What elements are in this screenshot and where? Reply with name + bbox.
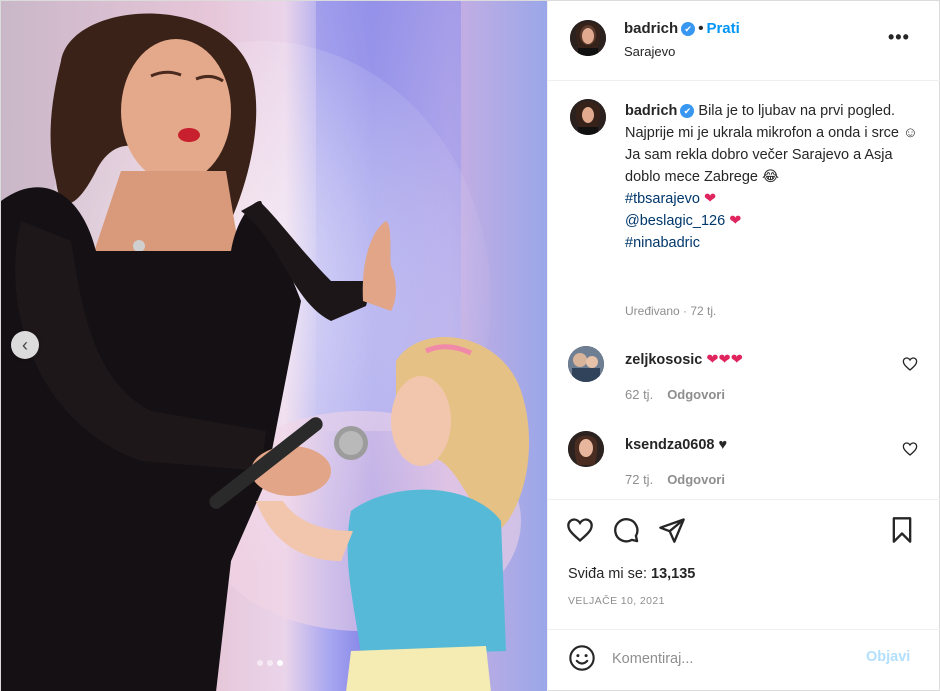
- verified-badge-icon: ✔: [680, 104, 695, 118]
- more-options-icon[interactable]: •••: [888, 27, 910, 48]
- likes-count: 13,135: [651, 566, 696, 582]
- commenter-avatar[interactable]: [568, 346, 604, 382]
- comment-composer: Objavi: [548, 629, 940, 691]
- reply-button[interactable]: Odgovori: [667, 472, 725, 487]
- avatar-photo: [570, 99, 606, 135]
- author-username[interactable]: badrich: [624, 20, 678, 37]
- comment-like-heart-icon[interactable]: [902, 441, 918, 457]
- comment-text-line: ksendza0608 ♥: [625, 437, 727, 453]
- carousel-dot: [257, 660, 263, 666]
- laughing-emoji-icon: 😂: [762, 169, 779, 185]
- verified-badge-icon: ✔: [681, 22, 696, 36]
- separator-dot: •: [698, 20, 704, 37]
- caption-meta: Uređivano · 72 tj.: [625, 304, 717, 318]
- carousel-indicator: [257, 660, 283, 666]
- post-header: badrich ✔ • Prati Sarajevo •••: [548, 1, 940, 81]
- comment-time[interactable]: 72 tj.: [625, 472, 653, 487]
- hashtag-link[interactable]: #tbsarajevo: [625, 191, 700, 207]
- red-heart-emoji-icon: ❤: [704, 191, 717, 207]
- comment-like-heart-icon[interactable]: [902, 356, 918, 372]
- like-heart-icon[interactable]: [566, 516, 594, 544]
- smile-emoji-icon: ☺: [903, 125, 918, 141]
- share-paper-plane-icon[interactable]: [658, 516, 686, 544]
- caption-line-3: Ja sam rekla dobro večer Sarajevo a Asja…: [625, 147, 893, 185]
- comment-bubble-icon[interactable]: [612, 516, 640, 544]
- save-bookmark-icon[interactable]: [888, 516, 916, 544]
- mention-link[interactable]: @beslagic_126: [625, 213, 725, 229]
- previous-slide-button[interactable]: ‹: [11, 331, 39, 359]
- header-author-line: badrich ✔ • Prati: [624, 20, 740, 37]
- comment-username[interactable]: ksendza0608: [625, 437, 714, 453]
- reply-button[interactable]: Odgovori: [667, 387, 725, 402]
- commenter-avatar[interactable]: [568, 431, 604, 467]
- comment-meta: 72 tj. Odgovori: [625, 472, 725, 487]
- comment-text: ♥: [718, 437, 728, 453]
- avatar-photo: [570, 20, 606, 56]
- caption-author-avatar[interactable]: [570, 99, 606, 135]
- hashtag-link[interactable]: #ninabadric: [625, 235, 700, 251]
- photo-illustration: [1, 1, 530, 691]
- edited-label: Uređivano: [625, 304, 680, 318]
- author-avatar[interactable]: [570, 20, 606, 56]
- carousel-dot: [267, 660, 273, 666]
- chevron-left-icon: ‹: [22, 334, 28, 355]
- likes-summary[interactable]: Sviđa mi se: 13,135: [568, 566, 695, 582]
- edited-time[interactable]: 72 tj.: [690, 304, 716, 318]
- comment-text: ❤❤❤: [706, 352, 743, 368]
- location-link[interactable]: Sarajevo: [624, 44, 675, 59]
- carousel-dot-active: [277, 660, 283, 666]
- comment-meta: 62 tj. Odgovori: [625, 387, 725, 402]
- caption-text: badrich ✔ Bila je to ljubav na prvi pogle…: [625, 100, 925, 254]
- red-heart-emoji-icon: ❤: [729, 213, 742, 229]
- post-date[interactable]: VELJAČE 10, 2021: [568, 595, 665, 607]
- comment-item: zeljkososic ❤❤❤ 62 tj. Odgovori: [548, 346, 940, 426]
- caption-username[interactable]: badrich: [625, 103, 677, 119]
- caption-line-1: Bila je to ljubav na prvi pogled.: [698, 103, 896, 119]
- avatar-photo: [568, 346, 604, 382]
- likes-label: Sviđa mi se:: [568, 566, 647, 582]
- comment-time[interactable]: 62 tj.: [625, 387, 653, 402]
- post-side-panel: badrich✔•Prati Sarajevo ••• badrich✔: [547, 1, 940, 691]
- post-photo[interactable]: ‹: [1, 1, 547, 691]
- caption-line-2: Najprije mi je ukrala mikrofon a onda i …: [625, 125, 899, 141]
- post-dialog: ‹ badrich ✔ • Prati Sarajevo ••• badrich…: [0, 0, 940, 691]
- follow-button[interactable]: Prati: [706, 20, 739, 37]
- comment-text-line: zeljkososic ❤❤❤: [625, 352, 743, 368]
- post-actions: Sviđa mi se: 13,135 VELJAČE 10, 2021: [548, 499, 940, 629]
- comments-scroll-area[interactable]: badrich ✔ Bila je to ljubav na prvi pogle…: [548, 82, 940, 498]
- emoji-smiley-icon[interactable]: [568, 644, 596, 672]
- post-comment-button[interactable]: Objavi: [866, 649, 910, 665]
- avatar-photo: [568, 431, 604, 467]
- comment-username[interactable]: zeljkososic: [625, 352, 702, 368]
- comment-input[interactable]: [612, 648, 852, 670]
